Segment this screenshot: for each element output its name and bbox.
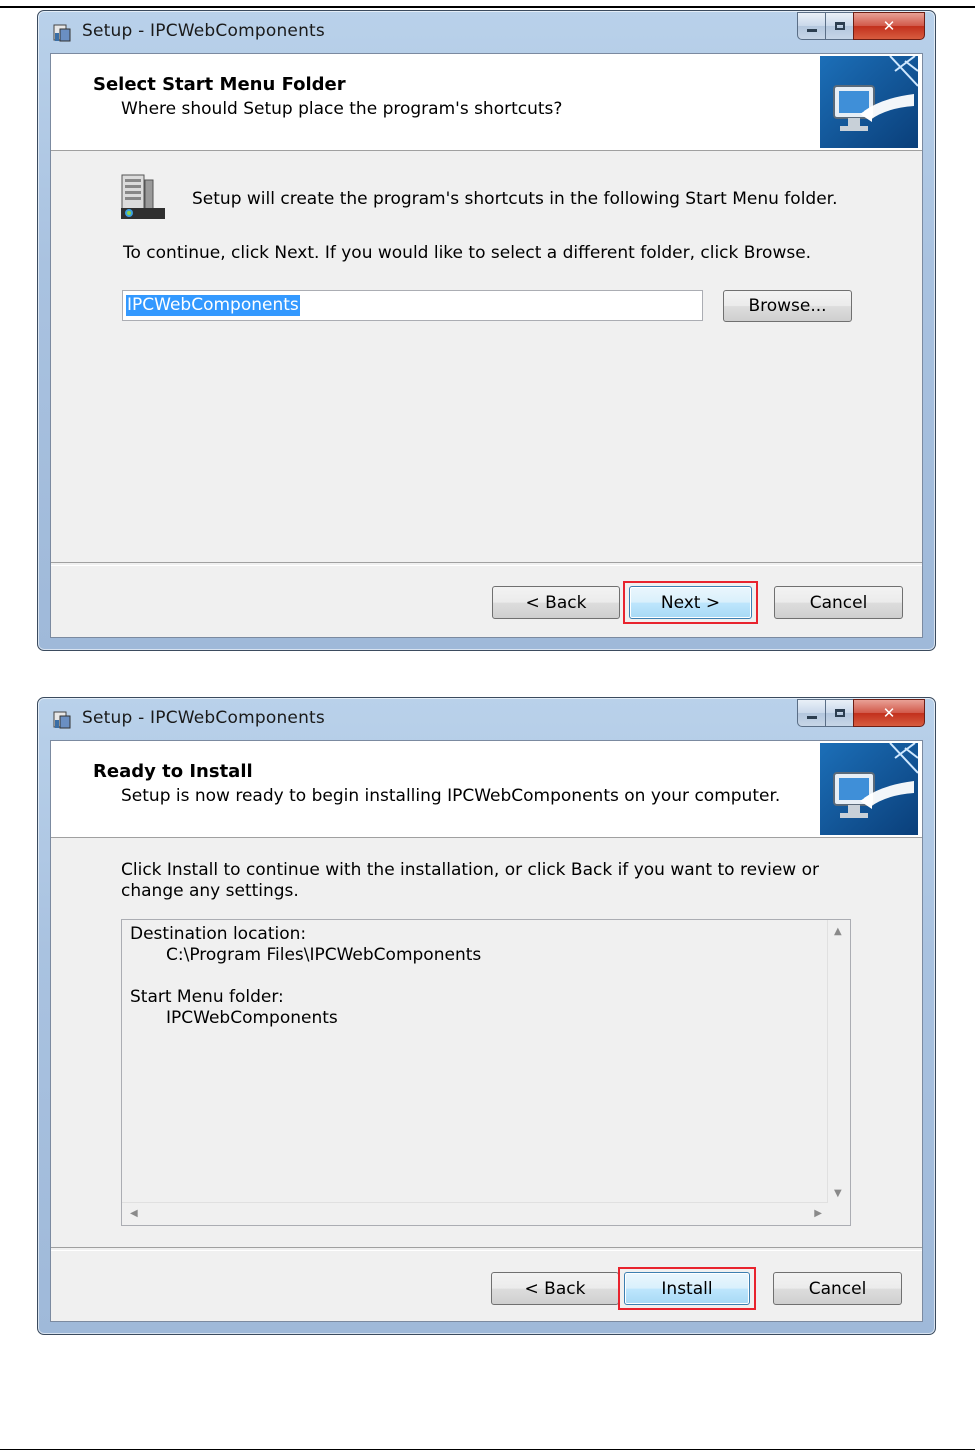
cancel-button[interactable]: Cancel [774,586,903,619]
minimize-button[interactable] [797,12,825,40]
footer-divider [51,1247,922,1251]
page-bottom-rule [0,1449,975,1450]
wizard-header: Select Start Menu Folder Where should Se… [51,54,922,151]
next-button-highlight [623,581,758,624]
vertical-scrollbar[interactable]: ▲ ▼ [827,920,850,1203]
destination-value: C:\Program Files\IPCWebComponents [166,945,482,965]
destination-label: Destination location: [130,924,307,944]
start-menu-value: IPCWebComponents [166,1008,338,1028]
wizard-computer-icon [820,743,918,835]
install-button-highlight [618,1267,756,1310]
install-summary-memo[interactable]: Destination location: C:\Program Files\I… [121,919,851,1226]
folder-name-value: IPCWebComponents [126,295,300,316]
title-bar[interactable]: Setup - IPCWebComponents ✕ [38,11,935,53]
page-subtitle: Where should Setup place the program's s… [121,99,563,119]
info-text: Setup will create the program's shortcut… [192,189,838,209]
scroll-right-icon[interactable]: ▶ [814,1208,822,1219]
maximize-icon [834,709,845,717]
folder-name-input[interactable]: IPCWebComponents [122,290,703,321]
dialog-client-area: Select Start Menu Folder Where should Se… [50,53,923,638]
maximize-button[interactable] [825,12,853,40]
instruction-text: To continue, click Next. If you would li… [123,243,812,263]
maximize-icon [834,22,845,30]
instruction-text-line1: Click Install to continue with the insta… [121,860,819,880]
setup-app-icon [53,711,71,729]
window-title: Setup - IPCWebComponents [82,708,325,728]
instruction-text-line2: change any settings. [121,881,299,901]
dialog-client-area: Ready to Install Setup is now ready to b… [50,740,923,1322]
page-subtitle: Setup is now ready to begin installing I… [121,786,781,806]
window-title: Setup - IPCWebComponents [82,21,325,41]
setup-window-ready-to-install: Setup - IPCWebComponents ✕ Ready to Inst… [37,697,936,1335]
maximize-button[interactable] [825,699,853,727]
footer-divider [51,562,922,566]
horizontal-scrollbar[interactable]: ◀ ▶ [122,1202,828,1225]
close-button[interactable]: ✕ [853,699,925,727]
page-title: Select Start Menu Folder [93,74,346,95]
cancel-button[interactable]: Cancel [773,1272,902,1305]
browse-button[interactable]: Browse... [723,290,852,322]
setup-window-select-folder: Setup - IPCWebComponents ✕ Select Start … [37,10,936,651]
back-button[interactable]: < Back [492,586,620,619]
scroll-left-icon[interactable]: ◀ [130,1208,138,1219]
wizard-header: Ready to Install Setup is now ready to b… [51,741,922,838]
close-icon: ✕ [882,17,896,35]
back-button[interactable]: < Back [491,1272,619,1305]
start-menu-folder-icon [121,174,165,219]
start-menu-label: Start Menu folder: [130,987,284,1007]
minimize-icon [806,28,817,32]
wizard-content: Setup will create the program's shortcut… [51,151,922,561]
minimize-button[interactable] [797,699,825,727]
page-top-rule [0,6,975,8]
wizard-computer-icon [820,56,918,148]
minimize-icon [806,715,817,719]
scroll-down-icon[interactable]: ▼ [834,1188,842,1199]
setup-app-icon [53,24,71,42]
page-title: Ready to Install [93,761,253,782]
wizard-content: Click Install to continue with the insta… [51,838,922,1248]
close-button[interactable]: ✕ [853,12,925,40]
scroll-up-icon[interactable]: ▲ [834,926,842,937]
title-bar[interactable]: Setup - IPCWebComponents ✕ [38,698,935,740]
close-icon: ✕ [882,704,896,722]
